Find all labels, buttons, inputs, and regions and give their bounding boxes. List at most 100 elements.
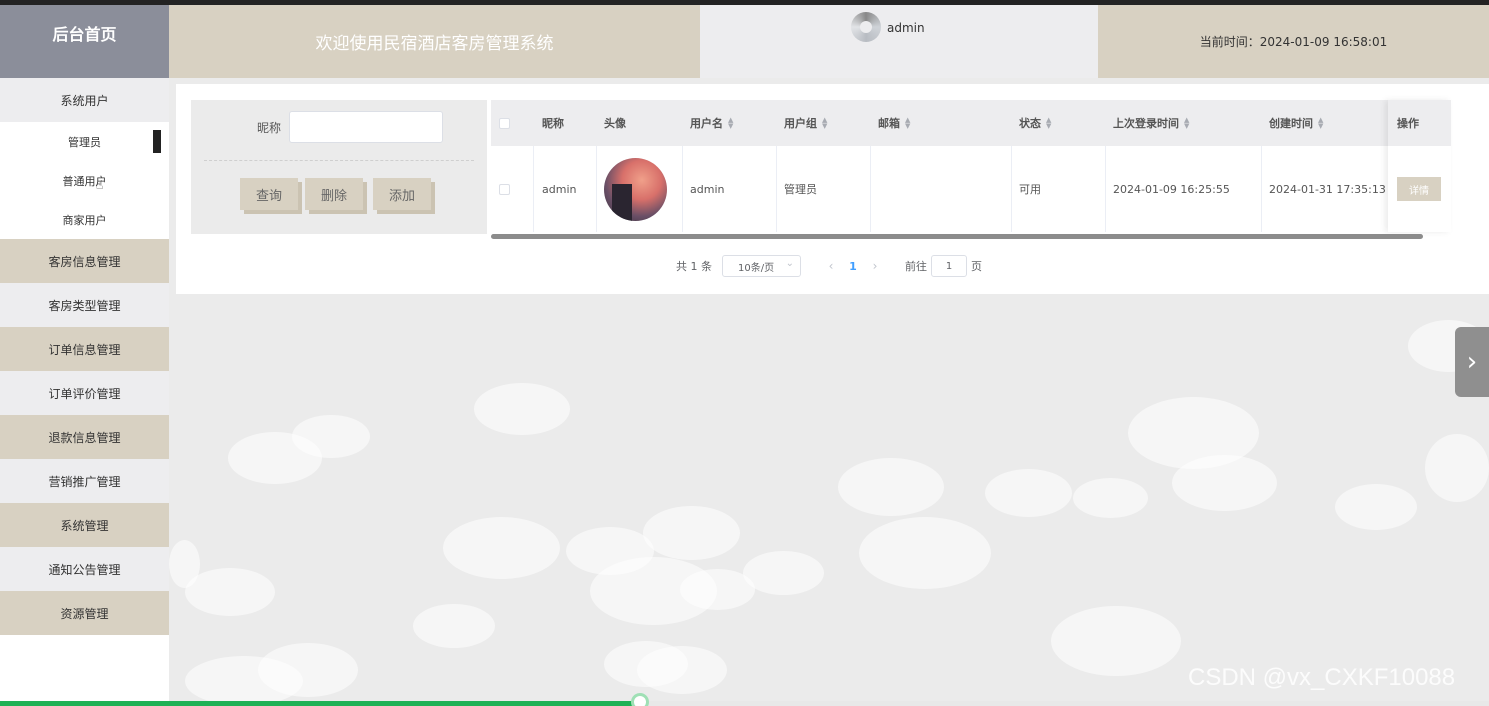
search-form: 昵称 查询 删除 添加 (191, 100, 487, 234)
header-avatar: 头像 (604, 117, 626, 130)
background-bubble (637, 646, 727, 694)
content-panel: 昵称 查询 删除 添加 昵称 头像 用户名 ▲ ▼ 用户组 ▲ ▼ 邮箱 ▲ ▼ 状态 ▲ ▼ … (176, 84, 1489, 294)
prev-page-icon[interactable]: ‹ (819, 259, 843, 273)
current-time: 当前时间：2024-01-09 16:58:01 (1098, 5, 1489, 78)
background-bubble (643, 506, 740, 560)
sidebar-item-notice[interactable]: 通知公告管理 (0, 547, 169, 591)
cell-last-login: 2024-01-09 16:25:55 (1113, 182, 1230, 196)
user-avatar-image (604, 157, 667, 221)
next-page-icon[interactable]: › (863, 259, 887, 273)
header-label: 用户组 (784, 117, 817, 130)
sidebar-sub-item-label: 管理员 (68, 135, 101, 149)
background-bubble (185, 568, 275, 616)
pagination: 共 1 条 10条/页 ‹ 1 › 前往 页 (676, 255, 982, 277)
column-divider (533, 146, 534, 232)
nickname-input[interactable] (289, 111, 443, 143)
sidebar-item-resource[interactable]: 资源管理 (0, 591, 169, 635)
header-status[interactable]: 状态 ▲ ▼ (1019, 100, 1051, 146)
add-button[interactable]: 添加 (373, 178, 431, 210)
sidebar-item-system[interactable]: 系统管理 (0, 503, 169, 547)
background-bubble (1172, 455, 1277, 511)
header-user-area: admin (700, 5, 1098, 78)
background-bubble (413, 604, 495, 648)
background-bubble (474, 383, 570, 435)
column-divider (1105, 146, 1106, 232)
delete-button[interactable]: 删除 (305, 178, 363, 210)
goto-suffix: 页 (971, 260, 982, 273)
video-progress-bar[interactable] (0, 693, 1489, 706)
table-horizontal-scrollbar[interactable] (491, 234, 1423, 239)
cell-username: admin (690, 182, 725, 196)
header-created[interactable]: 创建时间 ▲ ▼ (1269, 100, 1323, 146)
system-title: 欢迎使用民宿酒店客房管理系统 (169, 5, 700, 78)
sort-icon[interactable]: ▲ ▼ (905, 117, 910, 130)
brand-home-link[interactable]: 后台首页 (0, 5, 169, 78)
background-bubble (258, 643, 358, 697)
background-bubble (169, 540, 200, 588)
column-divider (596, 146, 597, 232)
background-bubble (1425, 434, 1489, 502)
goto-page-input[interactable] (931, 255, 967, 277)
sidebar-item-room-info[interactable]: 客房信息管理 (0, 239, 169, 283)
sidebar-sub-item-label: 商家用户 (62, 213, 107, 227)
sidebar-item-refund-info[interactable]: 退款信息管理 (0, 415, 169, 459)
cell-action: 详情 (1397, 146, 1441, 232)
background-bubble (292, 415, 370, 458)
header-nickname: 昵称 (542, 117, 564, 130)
user-avatar[interactable] (851, 12, 881, 42)
chevron-right-icon[interactable]: › (1455, 327, 1489, 397)
column-divider (1261, 146, 1262, 232)
sort-icon[interactable]: ▲ ▼ (1318, 117, 1323, 130)
sidebar-sub-item-normal-user[interactable]: 普通用户 ☝ (0, 161, 169, 200)
header-label: 上次登录时间 (1113, 117, 1179, 130)
header-email[interactable]: 邮箱 ▲ ▼ (878, 100, 910, 146)
background-bubble (1335, 484, 1417, 530)
sidebar-item-order-info[interactable]: 订单信息管理 (0, 327, 169, 371)
detail-button[interactable]: 详情 (1397, 177, 1441, 201)
cell-group: 管理员 (784, 183, 817, 196)
progress-handle[interactable] (631, 693, 650, 706)
row-checkbox[interactable] (499, 146, 510, 232)
background-bubble (859, 517, 991, 589)
page-number-current[interactable]: 1 (843, 260, 863, 273)
sort-icon[interactable]: ▲ ▼ (822, 117, 827, 130)
cell-created: 2024-01-31 17:35:13 (1269, 182, 1386, 196)
checkbox-box (499, 117, 510, 129)
header-username[interactable]: 用户名 ▲ ▼ (690, 100, 733, 146)
sidebar-item-order-review[interactable]: 订单评价管理 (0, 371, 169, 415)
cell-status: 可用 (1019, 183, 1041, 196)
column-divider (1011, 146, 1012, 232)
column-divider (682, 146, 683, 232)
header-label: 创建时间 (1269, 117, 1313, 130)
header-last-login[interactable]: 上次登录时间 ▲ ▼ (1113, 100, 1189, 146)
watermark-text: CSDN @vx_CXKF10088 (1188, 664, 1456, 691)
progress-fill (0, 701, 641, 706)
column-divider (870, 146, 871, 232)
sort-icon[interactable]: ▲ ▼ (728, 117, 733, 130)
header-group[interactable]: 用户组 ▲ ▼ (784, 100, 827, 146)
sidebar-item-marketing[interactable]: 营销推广管理 (0, 459, 169, 503)
header-username[interactable]: admin (887, 21, 925, 35)
header-label: 状态 (1019, 117, 1041, 130)
sidebar-sub-item-admin[interactable]: 管理员 (0, 122, 169, 161)
column-divider (776, 146, 777, 232)
sidebar: 系统用户 管理员 普通用户 ☝ 商家用户 客房信息管理 客房类型管理 订单信息管… (0, 78, 169, 706)
checkbox-box (499, 183, 510, 195)
sidebar-group-system-users[interactable]: 系统用户 (0, 78, 169, 122)
background-bubble (443, 517, 560, 579)
sidebar-sub-item-merchant-user[interactable]: 商家用户 (0, 200, 169, 239)
pagination-total: 共 1 条 (676, 260, 712, 273)
query-button[interactable]: 查询 (240, 178, 298, 210)
sidebar-item-room-type[interactable]: 客房类型管理 (0, 283, 169, 327)
active-marker (153, 130, 161, 153)
sort-icon[interactable]: ▲ ▼ (1184, 117, 1189, 130)
sort-icon[interactable]: ▲ ▼ (1046, 117, 1051, 130)
page-size-select[interactable]: 10条/页 (722, 255, 801, 277)
fixed-action-column: 详情 (1388, 100, 1451, 232)
nickname-label: 昵称 (257, 121, 282, 135)
divider (204, 160, 474, 161)
select-all-checkbox[interactable] (499, 100, 510, 146)
table-header: 昵称 头像 用户名 ▲ ▼ 用户组 ▲ ▼ 邮箱 ▲ ▼ 状态 ▲ ▼ 上次登录时间 ▲ ▼ 创建时… (491, 100, 1451, 146)
user-table: 昵称 头像 用户名 ▲ ▼ 用户组 ▲ ▼ 邮箱 ▲ ▼ 状态 ▲ ▼ 上次登录时间 ▲ ▼ 创建时… (491, 100, 1451, 240)
background-bubble (838, 458, 944, 516)
